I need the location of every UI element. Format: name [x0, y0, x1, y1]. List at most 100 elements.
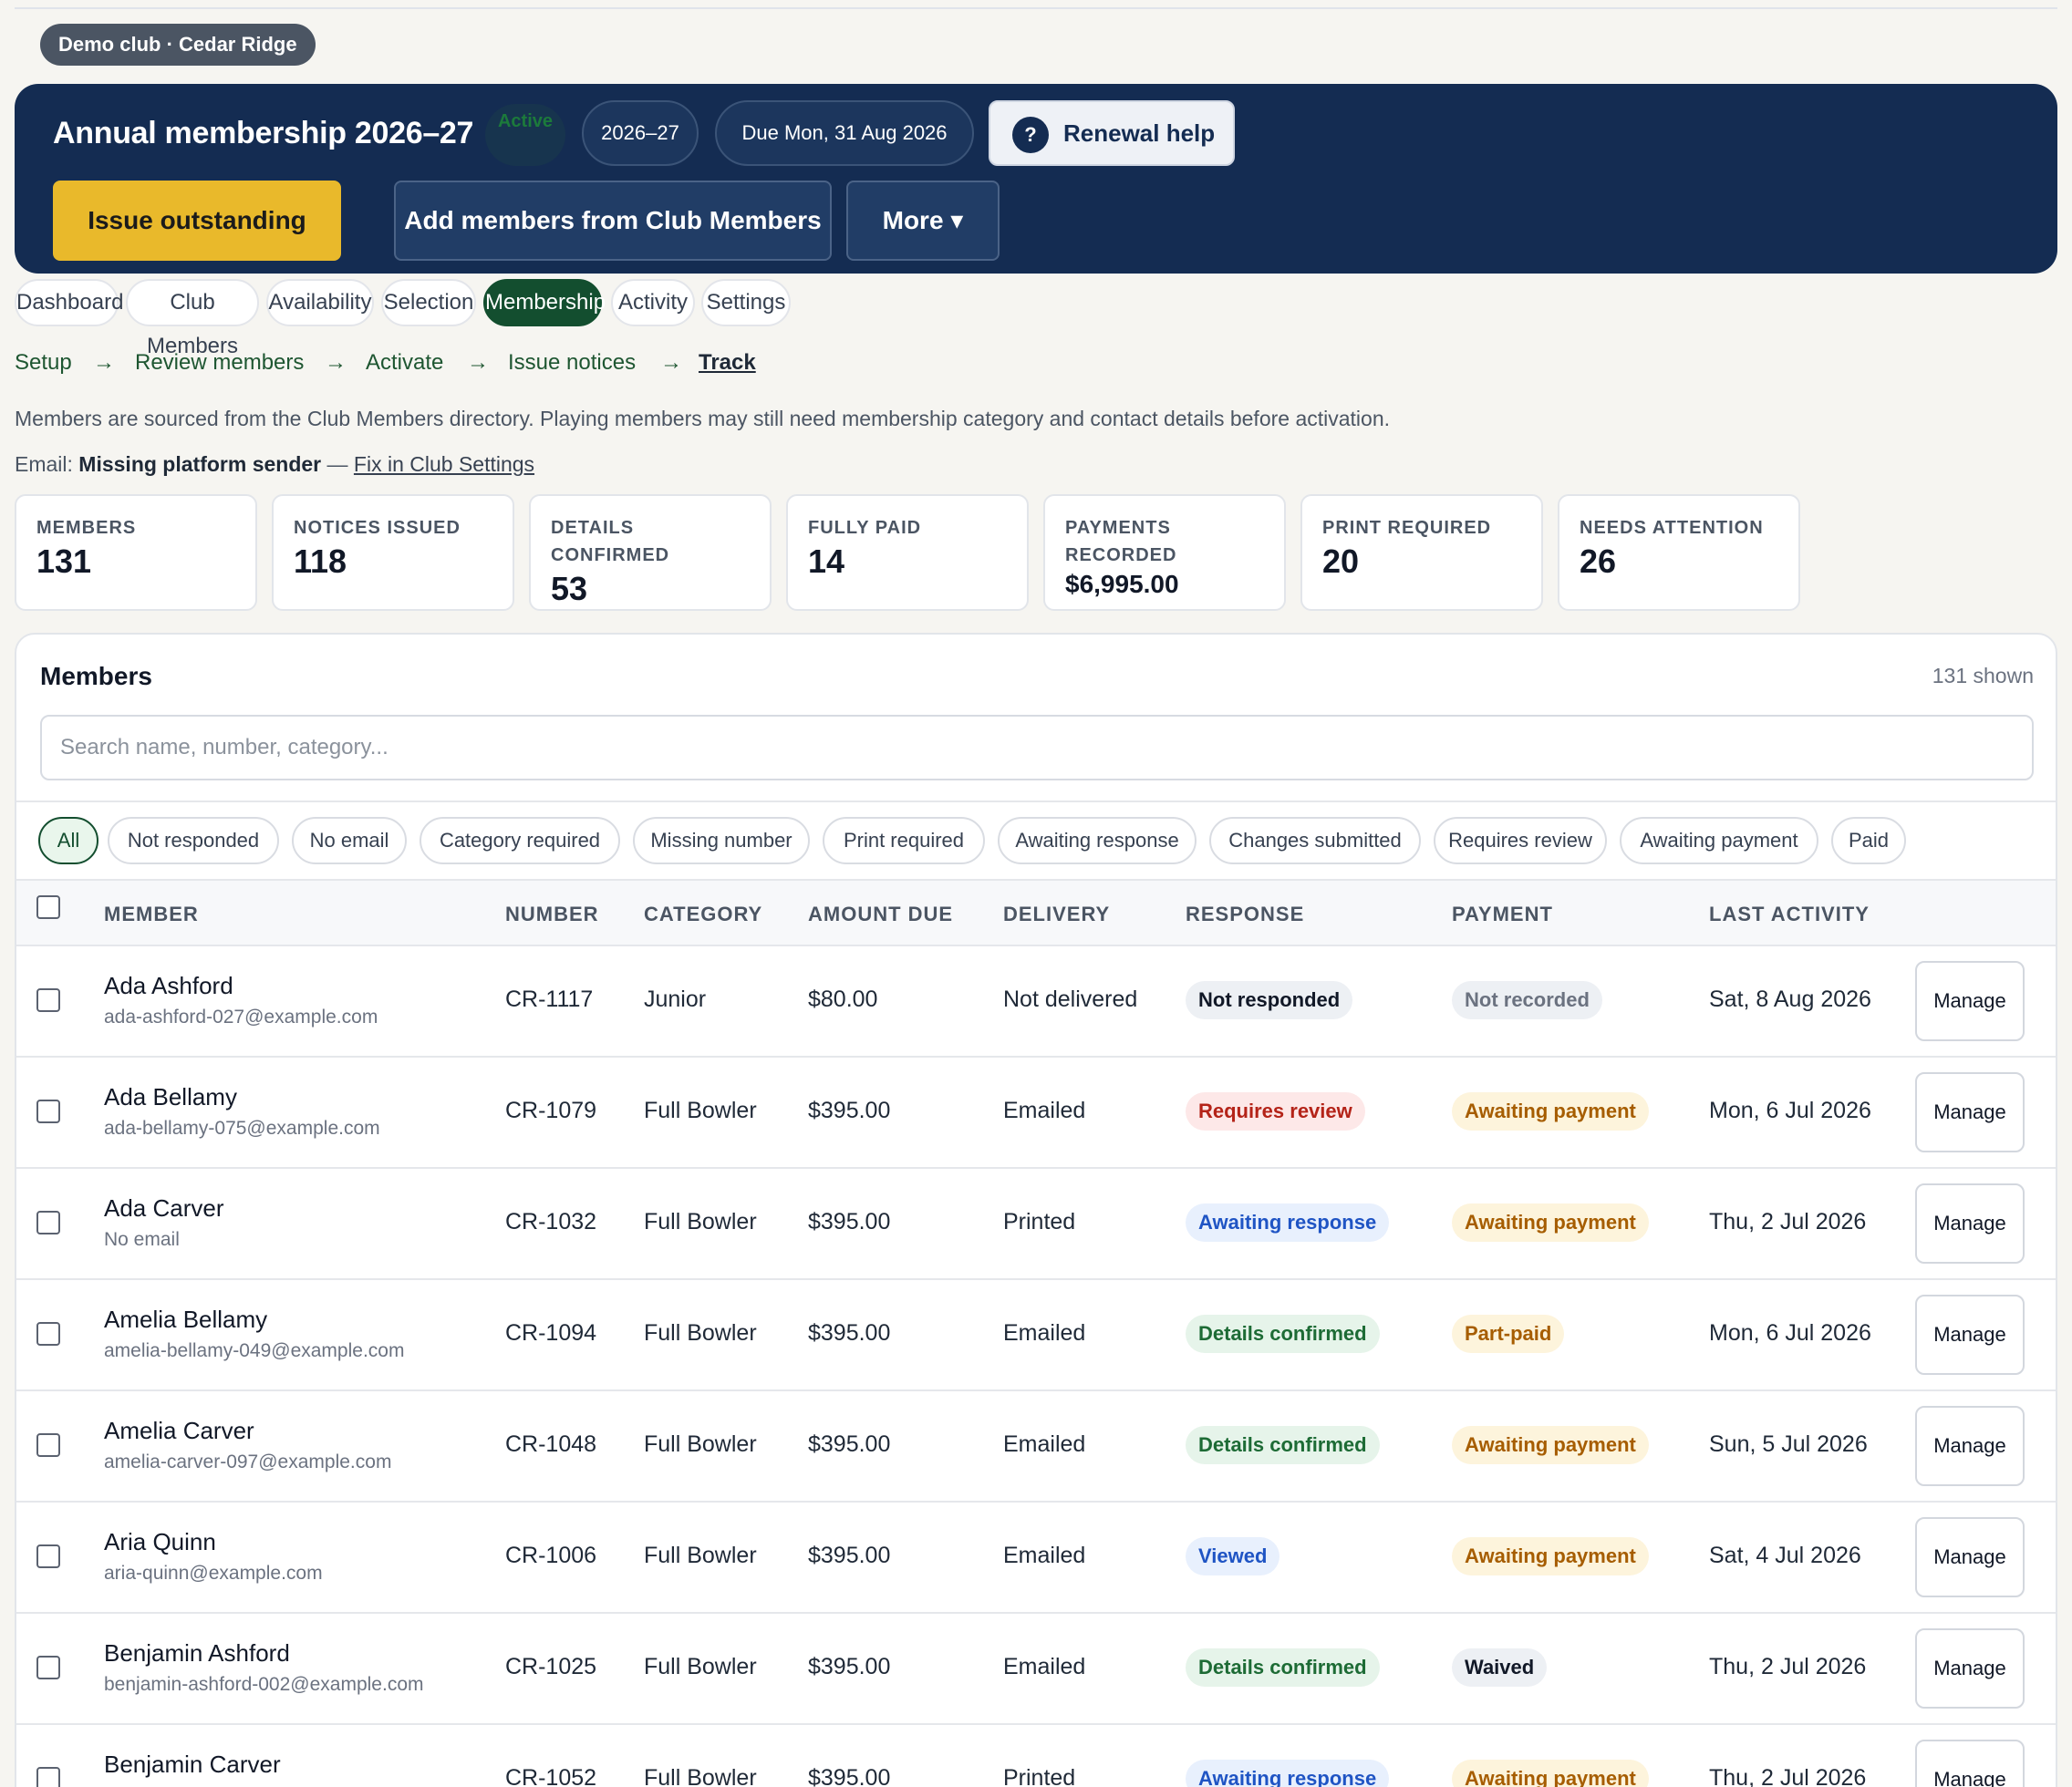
column-header-number: Number [505, 903, 599, 925]
tab-membership[interactable]: Membership [483, 279, 606, 326]
member-email: ada-bellamy-075@example.com [104, 1118, 380, 1139]
member-number: CR-1079 [505, 1098, 597, 1123]
row-checkbox[interactable] [36, 988, 60, 1012]
filter-chip-category-required[interactable]: Category required [420, 817, 620, 864]
renewal-help-button[interactable]: ? Renewal help [989, 100, 1235, 166]
step-activate[interactable]: Activate [366, 350, 443, 376]
members-title: Members [40, 662, 152, 690]
top-divider [15, 7, 2057, 9]
filter-chip-missing-number[interactable]: Missing number [633, 817, 810, 864]
info-text: Members are sourced from the Club Member… [15, 407, 1391, 430]
stat-card-print-required: Print required 20 [1300, 494, 1543, 611]
filter-chip-paid[interactable]: Paid [1831, 817, 1906, 864]
filter-chip-print-required[interactable]: Print required [823, 817, 985, 864]
member-category: Full Bowler [644, 1209, 757, 1234]
row-checkbox[interactable] [36, 1433, 60, 1457]
last-activity: Thu, 2 Jul 2026 [1709, 1654, 1867, 1679]
response-badge: Details confirmed [1186, 1315, 1380, 1353]
search-input[interactable] [40, 715, 2034, 780]
filter-chip-requires-review[interactable]: Requires review [1434, 817, 1607, 864]
column-header-amount-due: Amount due [808, 903, 954, 925]
last-activity: Mon, 6 Jul 2026 [1709, 1320, 1871, 1346]
stat-label: Needs attention [1580, 518, 1764, 538]
manage-button[interactable]: Manage [1915, 961, 2025, 1041]
row-checkbox[interactable] [36, 1544, 60, 1568]
tab-activity[interactable]: Activity [611, 279, 695, 326]
manage-button[interactable]: Manage [1915, 1628, 2025, 1709]
filter-chip-not-responded[interactable]: Not responded [108, 817, 279, 864]
response-badge: Viewed [1186, 1537, 1280, 1575]
fix-settings-link[interactable]: Fix in Club Settings [354, 452, 534, 476]
table-row: Ada Ashford ada-ashford-027@example.com CR… [16, 945, 2056, 1056]
row-checkbox[interactable] [36, 1767, 60, 1787]
payment-badge: Waived [1452, 1648, 1548, 1687]
due-date-pill: Due Mon, 31 Aug 2026 [715, 100, 974, 166]
manage-button[interactable]: Manage [1915, 1183, 2025, 1264]
member-name: Ada Carver [104, 1194, 224, 1222]
status-badge: Active [485, 104, 565, 166]
select-all-checkbox[interactable] [36, 895, 60, 919]
row-checkbox[interactable] [36, 1100, 60, 1123]
member-category: Full Bowler [644, 1098, 757, 1123]
tab-availability[interactable]: Availability [266, 279, 374, 326]
filter-chip-all[interactable]: All [38, 817, 98, 864]
amount-due: $395.00 [808, 1543, 891, 1568]
manage-button[interactable]: Manage [1915, 1740, 2025, 1787]
filter-chip-changes-submitted[interactable]: Changes submitted [1209, 817, 1421, 864]
delivery-status: Printed [1003, 1765, 1076, 1787]
issue-notices-button[interactable]: Issue outstanding notices [53, 181, 341, 311]
club-badge: Demo club · Cedar Ridge [40, 24, 316, 66]
divider [16, 801, 2056, 802]
member-category: Junior [644, 986, 707, 1012]
step-issue-notices[interactable]: Issue notices [508, 350, 636, 376]
member-email: ada-ashford-027@example.com [104, 1007, 378, 1028]
step-setup[interactable]: Setup [15, 350, 72, 376]
column-header-member: Member [104, 903, 199, 925]
member-category: Full Bowler [644, 1543, 757, 1568]
manage-button[interactable]: Manage [1915, 1406, 2025, 1486]
row-checkbox[interactable] [36, 1322, 60, 1346]
amount-due: $395.00 [808, 1654, 891, 1679]
filter-chip-no-email[interactable]: No email [292, 817, 407, 864]
email-status-prefix: Email: [15, 452, 73, 476]
table-row: Ada Carver No email CR-1032 Full Bowler $395… [16, 1167, 2056, 1278]
email-status-value: Missing platform sender [78, 452, 322, 476]
add-members-button[interactable]: Add members from Club Members [394, 181, 832, 261]
filter-chip-awaiting-payment[interactable]: Awaiting payment [1620, 817, 1818, 864]
step-review-members[interactable]: Review members [135, 350, 304, 376]
member-email: aria-quinn@example.com [104, 1563, 323, 1584]
row-checkbox[interactable] [36, 1211, 60, 1234]
amount-due: $395.00 [808, 1209, 891, 1234]
manage-button[interactable]: Manage [1915, 1072, 2025, 1152]
payment-badge: Awaiting payment [1452, 1092, 1649, 1131]
member-number: CR-1094 [505, 1320, 597, 1346]
stat-card-fully-paid: Fully paid 14 [786, 494, 1029, 611]
help-icon: ? [1012, 117, 1049, 153]
stat-value: 20 [1322, 542, 1360, 580]
stat-label: Details confirmed [551, 518, 670, 565]
member-category: Full Bowler [644, 1654, 757, 1679]
stat-label: Print required [1322, 518, 1492, 538]
tab-settings[interactable]: Settings [701, 279, 791, 326]
stat-value: 14 [808, 542, 845, 580]
season-pill: 2026–27 [582, 100, 699, 166]
step-track[interactable]: Track [699, 350, 756, 376]
tab-club-members[interactable]: Club Members [126, 279, 259, 358]
delivery-status: Emailed [1003, 1654, 1086, 1679]
stat-card-notices-issued: Notices issued 118 [272, 494, 514, 611]
stat-label: Payments recorded [1065, 518, 1177, 565]
tab-dashboard[interactable]: Dashboard [15, 279, 123, 326]
more-menu-button[interactable]: More ▾ [846, 181, 1000, 261]
member-name: Ada Ashford [104, 972, 233, 999]
manage-button[interactable]: Manage [1915, 1295, 2025, 1375]
table-row: Aria Quinn aria-quinn@example.com CR-1006 F… [16, 1501, 2056, 1612]
membership-header: Annual membership 2026–27 Active 2026–27… [15, 84, 2057, 311]
arrow-icon: → [93, 350, 115, 375]
stat-label: Fully paid [808, 518, 922, 538]
row-checkbox[interactable] [36, 1656, 60, 1679]
filter-chip-awaiting-response[interactable]: Awaiting response [998, 817, 1197, 864]
manage-button[interactable]: Manage [1915, 1517, 2025, 1597]
tab-selection[interactable]: Selection [381, 279, 476, 326]
table-row: Amelia Bellamy amelia-bellamy-049@example… [16, 1278, 2056, 1389]
member-category: Full Bowler [644, 1765, 757, 1787]
